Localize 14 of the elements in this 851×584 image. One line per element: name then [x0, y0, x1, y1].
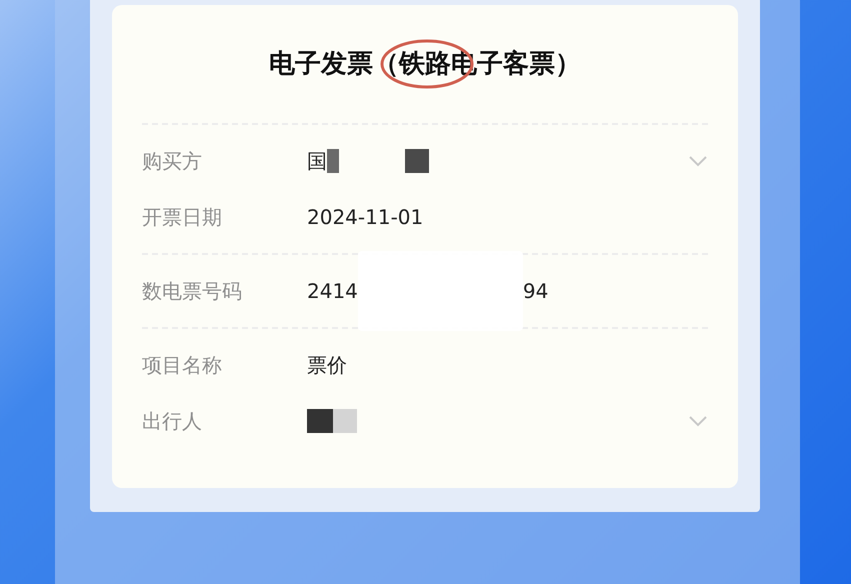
field-label: 出行人 [142, 408, 203, 435]
field-label: 数电票号码 [142, 278, 243, 305]
field-value: 票价 [307, 352, 347, 379]
field-value: 2024-11-01 [307, 204, 424, 231]
chevron-down-icon[interactable] [688, 415, 708, 427]
chevron-down-icon[interactable] [688, 155, 708, 167]
field-value: 2414 [307, 278, 358, 305]
field-label: 项目名称 [142, 352, 223, 379]
field-value: 94 [522, 278, 548, 305]
field-label: 开票日期 [142, 204, 223, 231]
circled-title-text: 铁路 [399, 44, 451, 84]
invoice-title: 电子发票（ [269, 48, 399, 80]
field-value: 国 [307, 148, 327, 175]
field-label: 购买方 [142, 148, 203, 175]
